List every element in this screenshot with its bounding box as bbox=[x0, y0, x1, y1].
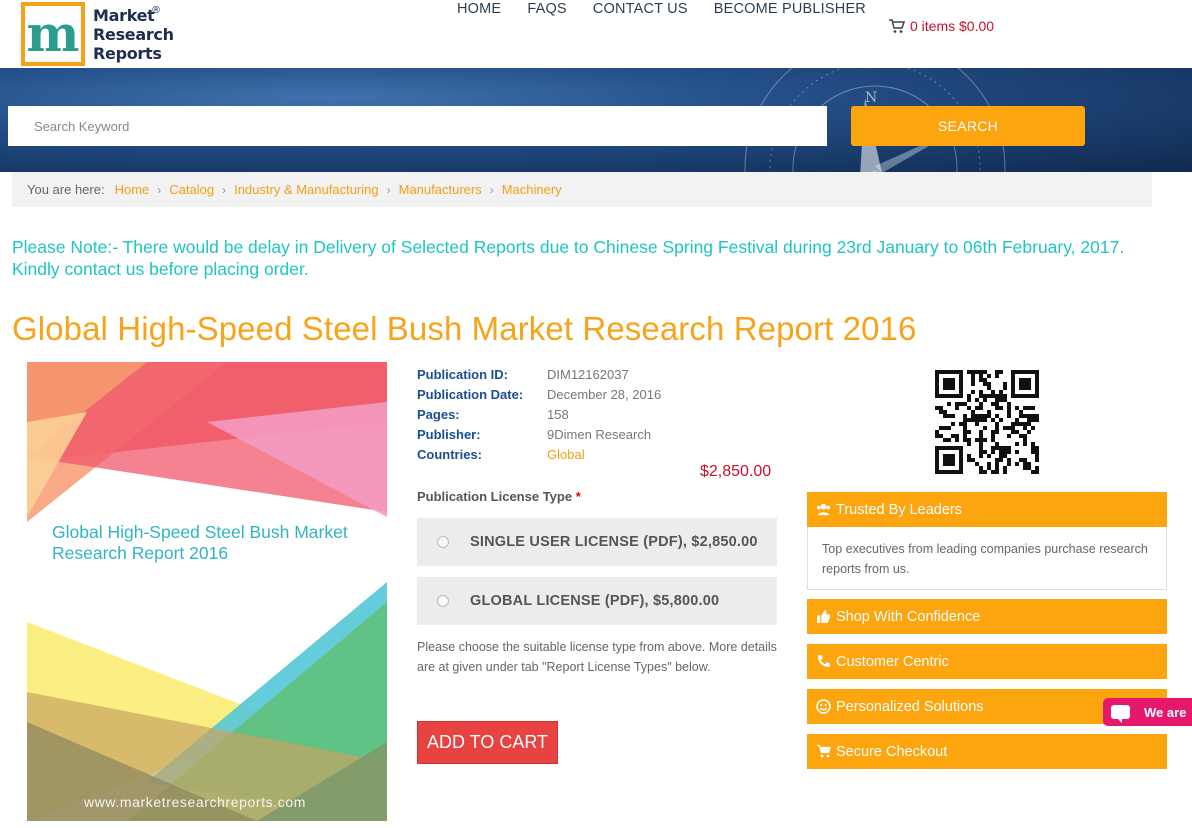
meta-value: 9Dimen Research bbox=[547, 426, 652, 442]
phone-icon bbox=[818, 655, 830, 667]
cart-icon bbox=[889, 18, 905, 33]
breadcrumb-home[interactable]: Home bbox=[115, 182, 150, 197]
site-logo[interactable]: m Market Research Reports ® bbox=[21, 2, 174, 66]
search-placeholder: Search Keyword bbox=[34, 118, 130, 134]
required-marker: * bbox=[575, 489, 581, 504]
license-radio[interactable] bbox=[437, 536, 449, 548]
delivery-notice: Please Note:- There would be delay in De… bbox=[12, 237, 1125, 279]
tab-label: Secure Checkout bbox=[836, 743, 948, 760]
meta-row-publisher: Publisher: 9Dimen Research bbox=[417, 424, 661, 444]
chevron-right-icon: › bbox=[157, 182, 162, 197]
meta-value: DIM12162037 bbox=[547, 366, 629, 382]
add-to-cart-button[interactable]: ADD TO CART bbox=[417, 721, 558, 764]
license-option-label: GLOBAL LICENSE (PDF), $5,800.00 bbox=[470, 593, 720, 609]
nav-contact-us[interactable]: CONTACT US bbox=[593, 1, 688, 17]
cart-summary[interactable]: 0 items $0.00 bbox=[888, 18, 994, 34]
cart-icon bbox=[817, 744, 831, 758]
report-cover: Global High-Speed Steel Bush Market Rese… bbox=[27, 362, 387, 821]
tab-label: Customer Centric bbox=[836, 653, 949, 670]
thumbs-up-icon bbox=[817, 610, 830, 623]
meta-row-publication-date: Publication Date: December 28, 2016 bbox=[417, 384, 661, 404]
tab-label: Shop With Confidence bbox=[836, 608, 981, 625]
country-link[interactable]: Global bbox=[547, 447, 585, 462]
meta-row-pages: Pages: 158 bbox=[417, 404, 661, 424]
license-option-global[interactable]: GLOBAL LICENSE (PDF), $5,800.00 bbox=[417, 577, 777, 625]
publication-meta: Publication ID: DIM12162037 Publication … bbox=[417, 364, 661, 464]
meta-key: Publisher: bbox=[417, 426, 481, 442]
chat-icon bbox=[1111, 705, 1130, 723]
meta-key: Countries: bbox=[417, 446, 482, 462]
shop-with-confidence-tab[interactable]: Shop With Confidence bbox=[807, 599, 1167, 634]
breadcrumb-catalog[interactable]: Catalog bbox=[169, 182, 214, 197]
logo-wordmark: Market Research Reports ® bbox=[93, 4, 174, 63]
live-chat-widget[interactable]: We are bbox=[1103, 698, 1192, 726]
customer-centric-tab[interactable]: Customer Centric bbox=[807, 644, 1167, 679]
meta-key: Pages: bbox=[417, 406, 460, 422]
breadcrumb-label: You are here: bbox=[27, 182, 105, 197]
tab-label: Personalized Solutions bbox=[836, 698, 984, 715]
meta-key: Publication Date: bbox=[417, 386, 524, 402]
chevron-right-icon: › bbox=[386, 182, 391, 197]
cart-label: 0 items $0.00 bbox=[910, 18, 995, 34]
qr-code bbox=[935, 370, 1039, 474]
page-title: Global High-Speed Steel Bush Market Rese… bbox=[12, 310, 917, 347]
meta-row-countries: Countries: Global bbox=[417, 444, 661, 464]
chat-label: We are bbox=[1144, 704, 1187, 720]
panel-header: Trusted By Leaders bbox=[807, 492, 1167, 527]
license-radio[interactable] bbox=[437, 595, 449, 607]
cover-url: www.marketresearchreports.com bbox=[84, 794, 307, 810]
breadcrumb-industry[interactable]: Industry & Manufacturing bbox=[234, 182, 379, 197]
chevron-right-icon: › bbox=[222, 182, 227, 197]
nav-become-publisher[interactable]: BECOME PUBLISHER bbox=[714, 1, 866, 17]
search-banner: N Search Keyword SEARCH bbox=[0, 68, 1192, 172]
cover-artwork bbox=[27, 362, 387, 821]
breadcrumb-manufacturers[interactable]: Manufacturers bbox=[399, 182, 482, 197]
breadcrumb-machinery[interactable]: Machinery bbox=[502, 182, 562, 197]
license-help-text: Please choose the suitable license type … bbox=[417, 640, 777, 674]
svg-text:N: N bbox=[865, 90, 877, 106]
breadcrumb: You are here: Home › Catalog › Industry … bbox=[12, 172, 1152, 207]
cover-title: Global High-Speed Steel Bush Market Rese… bbox=[52, 522, 348, 563]
license-type-label: Publication License Type * bbox=[417, 489, 581, 504]
report-price: $2,850.00 bbox=[700, 463, 772, 480]
nav-home[interactable]: HOME bbox=[457, 1, 501, 17]
license-option-single-user[interactable]: SINGLE USER LICENSE (PDF), $2,850.00 bbox=[417, 518, 777, 566]
main-nav: HOME FAQS CONTACT US BECOME PUBLISHER bbox=[457, 1, 892, 17]
meta-row-publication-id: Publication ID: DIM12162037 bbox=[417, 364, 661, 384]
nav-faqs[interactable]: FAQS bbox=[527, 1, 566, 17]
search-button[interactable]: SEARCH bbox=[851, 106, 1085, 146]
chevron-right-icon: › bbox=[489, 182, 494, 197]
logo-mark: m bbox=[21, 2, 85, 66]
meta-value: December 28, 2016 bbox=[547, 386, 662, 402]
secure-checkout-tab[interactable]: Secure Checkout bbox=[807, 734, 1167, 769]
panel-title: Trusted By Leaders bbox=[836, 501, 962, 518]
users-icon bbox=[816, 503, 831, 516]
smile-icon bbox=[816, 699, 831, 714]
meta-value: 158 bbox=[547, 406, 569, 422]
panel-body: Top executives from leading companies pu… bbox=[807, 527, 1167, 590]
trusted-by-leaders-panel: Trusted By Leaders Top executives from l… bbox=[807, 492, 1167, 590]
license-option-label: SINGLE USER LICENSE (PDF), $2,850.00 bbox=[470, 534, 758, 550]
meta-key: Publication ID: bbox=[417, 366, 508, 382]
top-header: m Market Research Reports ® HOME FAQS CO… bbox=[0, 0, 1192, 68]
search-input[interactable]: Search Keyword bbox=[8, 106, 827, 146]
